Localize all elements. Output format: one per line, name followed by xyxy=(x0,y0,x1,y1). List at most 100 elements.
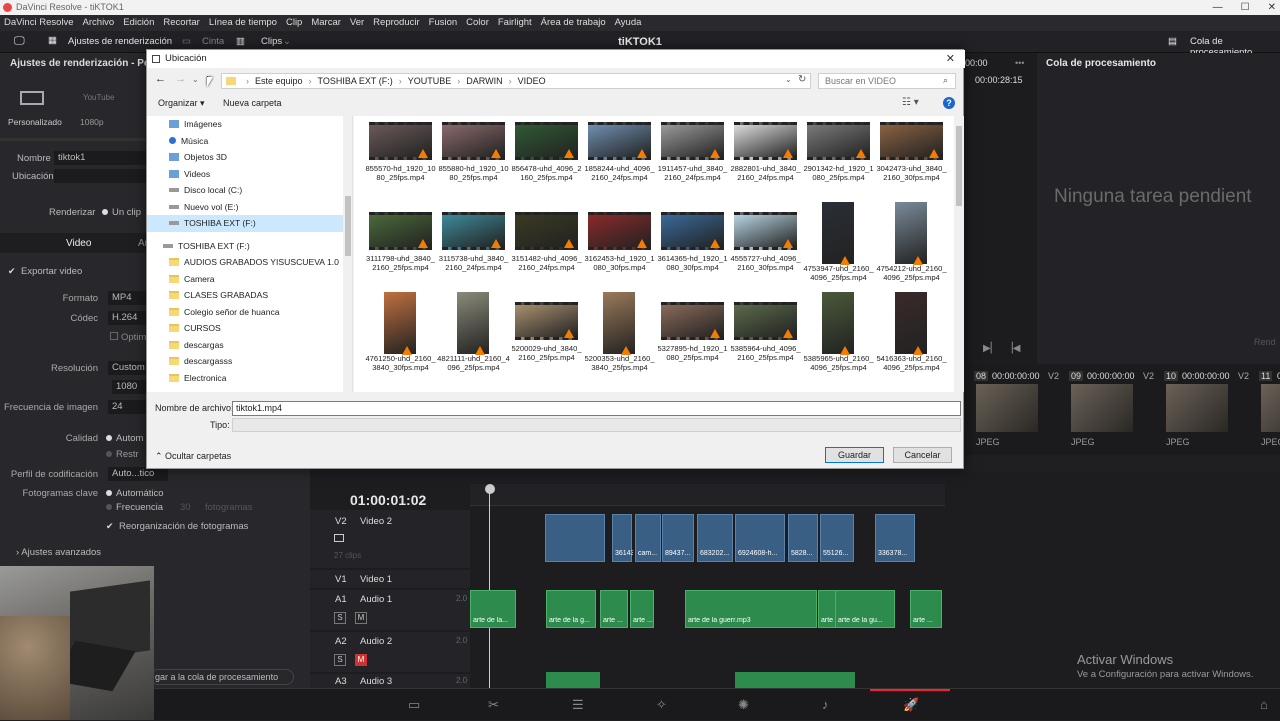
solo-button[interactable]: S xyxy=(334,654,346,666)
new-folder-button[interactable]: Nueva carpeta xyxy=(223,98,282,108)
file-item[interactable]: 4754212-uhd_2160_4096_25fps.mp4 xyxy=(875,202,948,290)
menu-item[interactable]: Fairlight xyxy=(498,15,532,31)
breadcrumb-item[interactable]: Este equipo xyxy=(255,76,303,86)
timeline-audio-clip[interactable]: arte de la guerr.mp3 xyxy=(685,590,817,628)
breadcrumb-item[interactable]: YOUTUBE xyxy=(408,76,452,86)
timeline-ruler[interactable] xyxy=(470,484,945,506)
nav-item[interactable]: TOSHIBA EXT (F:) xyxy=(147,215,343,232)
cancel-button[interactable]: Cancelar xyxy=(893,447,952,463)
clip-card[interactable]: 08 00:00:00:00 V2 JPEG xyxy=(970,371,1059,447)
file-item[interactable]: 3151482-uhd_4096_2160_24fps.mp4 xyxy=(510,212,583,290)
menu-item[interactable]: Línea de tiempo xyxy=(209,15,277,31)
file-item[interactable]: 3042473-uhd_3840_2160_30fps.mp4 xyxy=(875,122,948,200)
timeline-audio-clip[interactable]: arte ... xyxy=(910,590,942,628)
nav-item[interactable]: CURSOS xyxy=(147,320,343,337)
recent-dropdown-icon[interactable]: ⌄ xyxy=(192,75,199,84)
home-icon[interactable]: ⌂ xyxy=(1260,697,1268,712)
edit-page-icon[interactable]: ☰ xyxy=(572,697,584,713)
back-arrow-icon[interactable]: ← xyxy=(155,73,166,85)
forward-arrow-icon[interactable]: → xyxy=(175,73,186,85)
file-item[interactable]: 3162453-hd_1920_1080_30fps.mp4 xyxy=(583,212,656,290)
file-item[interactable]: 855570-hd_1920_1080_25fps.mp4 xyxy=(364,122,437,200)
quality-restrict-radio[interactable]: Restr xyxy=(106,449,139,460)
file-item[interactable]: 3614365-hd_1920_1080_30fps.mp4 xyxy=(656,212,729,290)
file-item[interactable]: 5385964-uhd_4096_2160_25fps.mp4 xyxy=(729,302,802,380)
preset-custom-label[interactable]: Personalizado xyxy=(8,117,62,127)
menu-item[interactable]: Archivo xyxy=(83,15,115,31)
file-item[interactable]: 5200353-uhd_2160_3840_25fps.mp4 xyxy=(583,292,656,380)
video-track-icon[interactable] xyxy=(334,534,344,542)
nav-item[interactable]: Objetos 3D xyxy=(147,149,343,166)
nav-item[interactable]: Imágenes xyxy=(147,116,343,133)
solo-button[interactable]: S xyxy=(334,612,346,624)
menu-item[interactable]: Área de trabajo xyxy=(541,15,606,31)
more-options-icon[interactable]: ••• xyxy=(1015,58,1024,68)
timeline-video-clip[interactable]: 3614365-hd... xyxy=(612,514,633,562)
timeline-video-clip[interactable]: 336378... xyxy=(875,514,915,562)
keyframes-frequency-radio[interactable]: Frecuencia xyxy=(106,502,163,513)
file-item[interactable]: 4753947-uhd_2160_4096_25fps.mp4 xyxy=(802,202,875,290)
menu-item[interactable]: Color xyxy=(466,15,489,31)
timeline-video-clip[interactable]: cam... xyxy=(635,514,661,562)
file-scrollbar[interactable] xyxy=(954,116,964,392)
timeline-video-clip[interactable]: 6924608-h... xyxy=(735,514,785,562)
nav-item[interactable]: AUDIOS GRABADOS YISUSCUEVA 1.0 xyxy=(147,254,343,271)
nav-item[interactable]: Disco local (C:) xyxy=(147,182,343,199)
add-to-queue-button[interactable]: gar a la cola de procesamiento xyxy=(150,669,294,685)
timeline-video-clip[interactable]: 5828... xyxy=(788,514,818,562)
nav-item[interactable]: descargasss xyxy=(147,353,343,370)
menu-item[interactable]: Reproducir xyxy=(373,15,419,31)
preset-1080-label[interactable]: 1080p xyxy=(80,117,104,127)
advanced-settings-toggle[interactable]: › Ajustes avanzados xyxy=(16,547,101,558)
mute-button-active[interactable]: M xyxy=(355,654,367,666)
timeline-audio-clip[interactable]: arte ... xyxy=(600,590,628,628)
playhead-marker-icon[interactable] xyxy=(485,484,495,494)
fusion-page-icon[interactable]: ✧ xyxy=(656,697,667,713)
color-page-icon[interactable]: ✺ xyxy=(738,697,749,713)
timeline-video-clip[interactable] xyxy=(545,514,605,562)
render-button[interactable]: Rend xyxy=(1254,337,1276,347)
timeline-audio-clip[interactable]: arte de la g... xyxy=(546,590,596,628)
clip-card[interactable]: 09 00:00:00:00 V2 JPEG xyxy=(1065,371,1154,447)
breadcrumb[interactable]: › Este equipo › TOSHIBA EXT (F:) › YOUTUBE › DA… xyxy=(221,73,811,89)
menu-item[interactable]: Clip xyxy=(286,15,302,31)
timeline-video-clip[interactable]: 683202... xyxy=(697,514,733,562)
search-input[interactable]: Buscar en VIDEO xyxy=(818,73,956,89)
mute-button[interactable]: M xyxy=(355,612,367,624)
media-page-icon[interactable]: ▭ xyxy=(408,697,420,713)
audio3-clip[interactable] xyxy=(735,672,855,688)
fairlight-page-icon[interactable]: ♪ xyxy=(822,697,829,712)
close-window-icon[interactable]: ✕ xyxy=(1268,0,1276,15)
nav-item[interactable]: Colegio señor de huanca xyxy=(147,304,343,321)
file-item[interactable]: 2882801-uhd_3840_2160_24fps.mp4 xyxy=(729,122,802,200)
file-item[interactable]: 3111798-uhd_3840_2160_25fps.mp4 xyxy=(364,212,437,290)
view-options-icon[interactable]: ☷ ▾ xyxy=(902,97,919,108)
cut-page-icon[interactable]: ✂ xyxy=(488,697,499,713)
save-button[interactable]: Guardar xyxy=(825,447,884,463)
keyframes-number[interactable]: 30 xyxy=(180,502,191,513)
nav-item[interactable]: Nuevo vol (E:) xyxy=(147,199,343,216)
codec-optimized-checkbox[interactable]: Optim xyxy=(110,332,146,343)
type-select[interactable] xyxy=(232,418,961,432)
clip-card[interactable]: 1100JPEG xyxy=(1255,371,1280,447)
keyframes-auto-radio[interactable]: Automático xyxy=(106,488,164,499)
help-icon[interactable]: ? xyxy=(943,97,955,109)
audio3-clip[interactable] xyxy=(546,672,600,688)
breadcrumb-item[interactable]: DARWIN xyxy=(466,76,502,86)
framerate-select[interactable]: 24 xyxy=(108,400,148,414)
breadcrumb-item[interactable]: VIDEO xyxy=(518,76,546,86)
file-item[interactable]: 4555727-uhd_4096_2160_30fps.mp4 xyxy=(729,212,802,290)
export-video-checkbox[interactable]: ✔ Exportar video xyxy=(8,266,82,277)
menu-item[interactable]: Edición xyxy=(123,15,154,31)
file-item[interactable]: 5327895-hd_1920_1080_25fps.mp4 xyxy=(656,302,729,380)
refresh-icon[interactable]: ↻ xyxy=(798,74,806,85)
file-item[interactable]: 5200029-uhd_3840_2160_25fps.mp4 xyxy=(510,302,583,380)
timeline-video-clip[interactable]: 55126... xyxy=(820,514,854,562)
menu-item[interactable]: Ayuda xyxy=(615,15,642,31)
frame-reorder-checkbox[interactable]: ✔ Reorganización de fotogramas xyxy=(106,521,248,532)
file-item[interactable]: 856478-uhd_4096_2160_25fps.mp4 xyxy=(510,122,583,200)
file-item[interactable]: 5416363-uhd_2160_4096_25fps.mp4 xyxy=(875,292,948,380)
organize-button[interactable]: Organizar ▾ xyxy=(158,98,205,109)
timeline-video-clip[interactable]: 89437... xyxy=(662,514,694,562)
play-forward-icon[interactable]: ▶▏ xyxy=(983,343,998,354)
